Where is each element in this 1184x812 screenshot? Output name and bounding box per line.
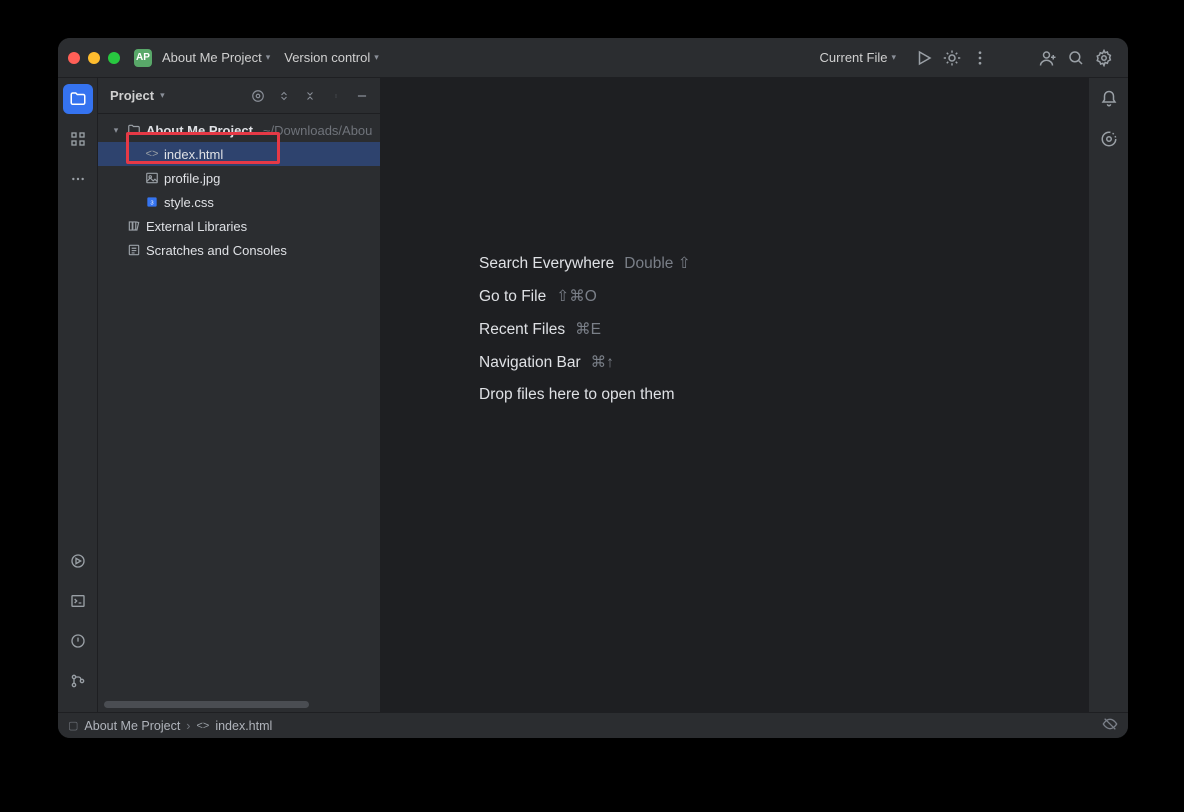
vcs-dropdown[interactable]: Version control ▾ (284, 50, 379, 65)
welcome-row: Recent Files ⌘E (479, 320, 691, 339)
problems-tool-button[interactable] (63, 626, 93, 656)
tree-project-root[interactable]: ▾ About Me Project ~/Downloads/Abou (98, 118, 380, 142)
chevron-right-icon: › (186, 719, 190, 733)
welcome-label: Navigation Bar (479, 354, 581, 372)
code-with-me-button[interactable] (1034, 44, 1062, 72)
debug-button[interactable] (938, 44, 966, 72)
welcome-shortcut: Double ⇧ (624, 254, 690, 273)
image-file-icon (144, 170, 160, 186)
welcome-row: Go to File ⇧⌘O (479, 287, 691, 306)
project-panel-title: Project (110, 88, 154, 103)
tree-file-label: profile.jpg (164, 171, 220, 186)
welcome-row: Navigation Bar ⌘↑ (479, 353, 691, 372)
tree-horizontal-scrollbar[interactable] (104, 701, 309, 708)
folder-icon (126, 122, 142, 138)
welcome-shortcuts: Search Everywhere Double ⇧ Go to File ⇧⌘… (479, 254, 691, 404)
html-file-icon: <> (144, 146, 160, 162)
welcome-label: Search Everywhere (479, 255, 614, 273)
right-tool-strip (1088, 78, 1128, 712)
project-dropdown[interactable]: AP About Me Project ▾ (134, 49, 270, 67)
css-file-icon: 3 (144, 194, 160, 210)
project-badge: AP (134, 49, 152, 67)
tree-file-index-html[interactable]: <> index.html (98, 142, 380, 166)
structure-tool-button[interactable] (63, 124, 93, 154)
terminal-tool-button[interactable] (63, 586, 93, 616)
welcome-row: Search Everywhere Double ⇧ (479, 254, 691, 273)
tree-file-style-css[interactable]: 3 style.css (98, 190, 380, 214)
close-window-button[interactable] (68, 52, 80, 64)
chevron-down-icon: ▾ (266, 52, 271, 63)
project-panel: Project ▾ (98, 78, 381, 712)
run-config-label: Current File (820, 50, 888, 65)
welcome-row: Drop files here to open them (479, 386, 691, 404)
panel-options-button[interactable] (326, 89, 346, 103)
module-icon: ▢ (68, 719, 78, 732)
run-button[interactable] (910, 44, 938, 72)
titlebar: AP About Me Project ▾ Version control ▾ … (58, 38, 1128, 78)
chevron-down-icon: ▾ (374, 52, 379, 63)
tree-file-label: style.css (164, 195, 214, 210)
notifications-button[interactable] (1094, 84, 1124, 114)
chevron-down-icon[interactable]: ▾ (160, 90, 165, 101)
left-tool-strip (58, 78, 98, 712)
git-tool-button[interactable] (63, 666, 93, 696)
status-bar: ▢ About Me Project › <> index.html (58, 712, 1128, 738)
services-tool-button[interactable] (63, 546, 93, 576)
editor-area[interactable]: Search Everywhere Double ⇧ Go to File ⇧⌘… (381, 78, 1088, 712)
project-tree[interactable]: ▾ About Me Project ~/Downloads/Abou <> i… (98, 114, 380, 712)
chevron-down-icon: ▾ (891, 52, 896, 63)
window-controls (68, 52, 120, 64)
settings-button[interactable] (1090, 44, 1118, 72)
run-config-dropdown[interactable]: Current File ▾ (820, 50, 896, 65)
collapse-all-button[interactable] (300, 90, 320, 102)
breadcrumb-file[interactable]: index.html (215, 719, 272, 733)
more-tools-button[interactable] (63, 164, 93, 194)
welcome-label: Recent Files (479, 321, 565, 339)
tree-external-label: External Libraries (146, 219, 247, 234)
welcome-shortcut: ⇧⌘O (556, 287, 597, 306)
hide-panel-button[interactable] (352, 89, 372, 103)
ide-window: AP About Me Project ▾ Version control ▾ … (58, 38, 1128, 738)
tree-file-label: index.html (164, 147, 223, 162)
welcome-label: Drop files here to open them (479, 386, 675, 404)
welcome-shortcut: ⌘E (575, 320, 601, 339)
more-button[interactable] (966, 44, 994, 72)
ai-assistant-button[interactable] (1094, 124, 1124, 154)
project-panel-header: Project ▾ (98, 78, 380, 114)
breadcrumb-project[interactable]: About Me Project (84, 719, 180, 733)
inspection-indicator[interactable] (1102, 716, 1118, 735)
tree-root-label: About Me Project (146, 123, 253, 138)
minimize-window-button[interactable] (88, 52, 100, 64)
tree-root-path: ~/Downloads/Abou (263, 123, 373, 138)
body: Project ▾ (58, 78, 1128, 712)
zoom-window-button[interactable] (108, 52, 120, 64)
select-opened-file-button[interactable] (248, 89, 268, 103)
html-file-icon: <> (196, 720, 209, 732)
svg-text:3: 3 (150, 200, 153, 206)
welcome-shortcut: ⌘↑ (591, 353, 614, 372)
search-button[interactable] (1062, 44, 1090, 72)
libraries-icon (126, 218, 142, 234)
tree-scratches[interactable]: Scratches and Consoles (98, 238, 380, 262)
welcome-label: Go to File (479, 288, 546, 306)
tree-file-profile-jpg[interactable]: profile.jpg (98, 166, 380, 190)
project-tool-button[interactable] (63, 84, 93, 114)
tree-scratches-label: Scratches and Consoles (146, 243, 287, 258)
chevron-down-icon[interactable]: ▾ (110, 125, 122, 136)
scratches-icon (126, 242, 142, 258)
expand-all-button[interactable] (274, 90, 294, 102)
tree-external-libraries[interactable]: External Libraries (98, 214, 380, 238)
vcs-label: Version control (284, 50, 370, 65)
project-name-label: About Me Project (162, 50, 262, 65)
